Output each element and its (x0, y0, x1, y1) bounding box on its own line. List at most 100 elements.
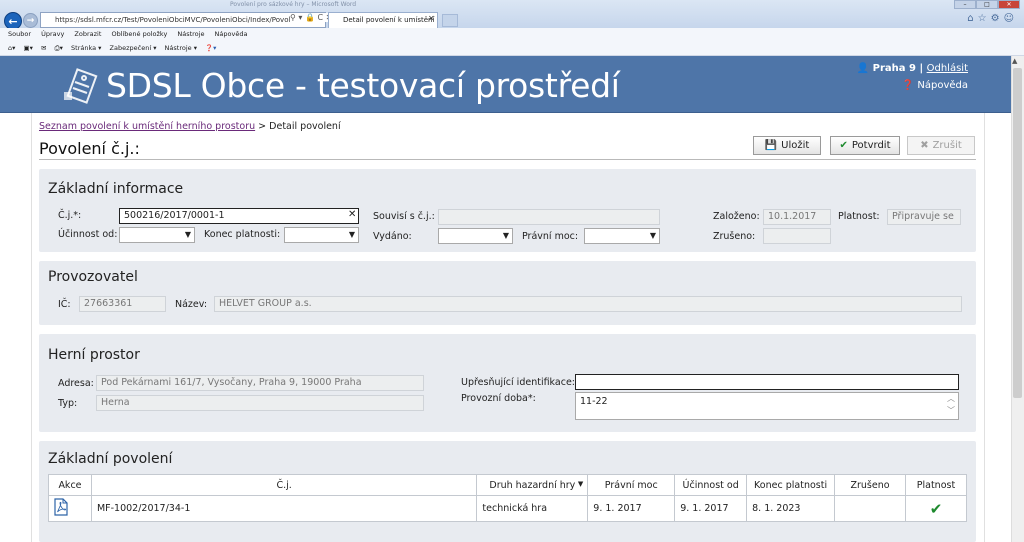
ic-label: IČ: (58, 299, 71, 310)
breadcrumb-link-list[interactable]: Seznam povolení k umístění herního prost… (39, 121, 255, 132)
effective-select[interactable]: ▼ (119, 227, 195, 243)
operator-title: Provozovatel (48, 269, 138, 285)
legal-label: Právní moc: (522, 231, 579, 242)
name-label: Název: (175, 299, 208, 310)
x-icon: ✖ (920, 140, 929, 151)
validity-label: Platnost: (838, 211, 880, 222)
ic-value: 27663361 (79, 296, 166, 312)
help-command-icon[interactable]: ❓▾ (205, 44, 216, 52)
issued-select[interactable]: ▼ (438, 228, 513, 244)
cancel-button[interactable]: ✖ Zrušit (907, 136, 975, 155)
menu-item-help[interactable]: Nápověda (215, 30, 248, 38)
menu-item-view[interactable]: Zobrazit (74, 30, 101, 38)
home-icon[interactable]: ⌂▾ (8, 44, 15, 52)
window-ghost-title: Povolení pro sázkové hry – Microsoft Wor… (230, 1, 357, 8)
floppy-icon: 💾 (764, 140, 778, 151)
row-effective: 9. 1. 2017 (674, 495, 748, 522)
breadcrumb-current: Detail povolení (269, 121, 341, 132)
gaming-space-title: Herní prostor (48, 347, 140, 363)
menu-item-edit[interactable]: Úpravy (41, 30, 64, 38)
forward-button[interactable]: → (23, 13, 38, 28)
command-page[interactable]: Stránka ▾ (71, 44, 101, 52)
spec-label: Upřesňující identifikace: (461, 377, 575, 388)
row-valid: ✔ (904, 495, 968, 522)
menu-item-file[interactable]: Soubor (8, 30, 31, 38)
minimize-button[interactable]: – (954, 0, 976, 9)
name-value: HELVET GROUP a.s. (214, 296, 962, 312)
col-header-effective[interactable]: Účinnost od (674, 474, 748, 496)
sort-dropdown-icon[interactable]: ▼ (578, 480, 583, 488)
type-value: Herna (96, 395, 424, 411)
address-label: Adresa: (58, 378, 94, 389)
address-controls-icon[interactable]: ⚲ ▾ 🔒 C ✕ (290, 13, 333, 22)
col-header-cancelled[interactable]: Zrušeno (834, 474, 906, 496)
breadcrumb-separator: > (258, 121, 267, 132)
new-tab-button[interactable] (442, 14, 458, 27)
col-header-cj[interactable]: Č.j. (90, 474, 478, 496)
address-bar[interactable]: https://sdsl.mfcr.cz/Test/PovoleniObciMV… (40, 12, 326, 28)
row-cancelled (834, 495, 906, 522)
cancel-label: Zrušit (932, 140, 962, 151)
row-legal: 9. 1. 2017 (587, 495, 676, 522)
created-value: 10.1.2017 (763, 209, 831, 225)
spec-input[interactable] (575, 374, 959, 390)
cancelled-value (763, 228, 831, 244)
table-row: MF-1002/2017/34-1 technická hra 9. 1. 20… (48, 495, 968, 522)
maximize-button[interactable]: □ (976, 0, 998, 9)
col-header-end[interactable]: Konec platnosti (746, 474, 836, 496)
created-label: Založeno: (713, 211, 760, 222)
col-header-game-type-label: Druh hazardní hry (489, 479, 576, 491)
tab-close-icon[interactable]: ✕ (428, 14, 435, 23)
row-end: 8. 1. 2023 (746, 495, 836, 522)
col-header-game-type[interactable]: Druh hazardní hry ▼ (476, 474, 589, 496)
confirm-button[interactable]: ✔ Potvrdit (830, 136, 900, 155)
col-header-legal[interactable]: Právní moc (587, 474, 676, 496)
feeds-icon[interactable]: ▣▾ (23, 44, 32, 52)
user-icon: 👤 (856, 63, 870, 74)
table-header-row: Akce Č.j. Druh hazardní hry ▼ Právní moc… (48, 474, 968, 496)
command-tools[interactable]: Nástroje ▾ (165, 44, 197, 52)
menu-bar: Soubor Úpravy Zobrazit Oblíbené položky … (0, 28, 1024, 40)
app-logo-icon (64, 68, 98, 104)
textarea-scroll-icon[interactable]: ︿ ﹀ (947, 393, 955, 417)
operator-panel (39, 261, 976, 325)
row-cj: MF-1002/2017/34-1 (90, 495, 478, 522)
legal-select[interactable]: ▼ (584, 228, 660, 244)
save-button[interactable]: 💾 Uložit (753, 136, 821, 155)
app-title: SDSL Obce - testovací prostředí (106, 66, 620, 105)
logout-link[interactable]: Odhlásit (927, 63, 968, 74)
cj-label: Č.j.*: (58, 210, 82, 221)
mail-icon[interactable]: ✉ (41, 44, 46, 52)
clear-input-icon[interactable]: ✕ (348, 209, 356, 220)
row-game-type: technická hra (476, 495, 589, 522)
cj-input[interactable]: 500216/2017/0001-1 (119, 208, 359, 224)
end-select[interactable]: ▼ (284, 227, 359, 243)
close-window-button[interactable]: ✕ (998, 0, 1020, 9)
col-header-valid[interactable]: Platnost (904, 474, 968, 496)
check-icon: ✔ (929, 499, 943, 518)
menu-item-favorites[interactable]: Oblíbené položky (111, 30, 167, 38)
command-security[interactable]: Zabezpečení ▾ (110, 44, 157, 52)
base-permit-table: Akce Č.j. Druh hazardní hry ▼ Právní moc… (48, 474, 968, 522)
print-icon[interactable]: ⎙▾ (54, 44, 62, 52)
browser-toolbar-icons[interactable]: ⌂☆⚙☺ (967, 13, 1018, 24)
title-divider (39, 159, 976, 160)
pdf-icon[interactable] (54, 498, 68, 516)
command-bar: ⌂▾ ▣▾ ✉ ⎙▾ Stránka ▾ Zabezpečení ▾ Nástr… (0, 40, 1024, 56)
validity-value: Připravuje se (887, 209, 961, 225)
browser-tab[interactable]: Detail povolení k umístění ... (328, 12, 438, 28)
address-value: Pod Pekárnami 161/7, Vysočany, Praha 9, … (96, 375, 424, 391)
related-input[interactable] (438, 209, 660, 225)
user-name: Praha 9 (872, 63, 916, 74)
scrollbar-thumb[interactable] (1013, 68, 1022, 398)
user-area: 👤 Praha 9 | Odhlásit (856, 63, 968, 74)
menu-item-tools[interactable]: Nástroje (177, 30, 204, 38)
window-controls: – □ ✕ (954, 0, 1020, 9)
scroll-up-icon[interactable]: ▲ (1012, 57, 1017, 65)
row-action-cell (48, 495, 92, 522)
basic-info-title: Základní informace (48, 181, 184, 197)
hours-textarea[interactable]: 11-22 (575, 392, 959, 420)
related-label: Souvisí s č.j.: (373, 211, 435, 222)
help-link[interactable]: Nápověda (917, 80, 968, 91)
confirm-label: Potvrdit (851, 140, 891, 151)
